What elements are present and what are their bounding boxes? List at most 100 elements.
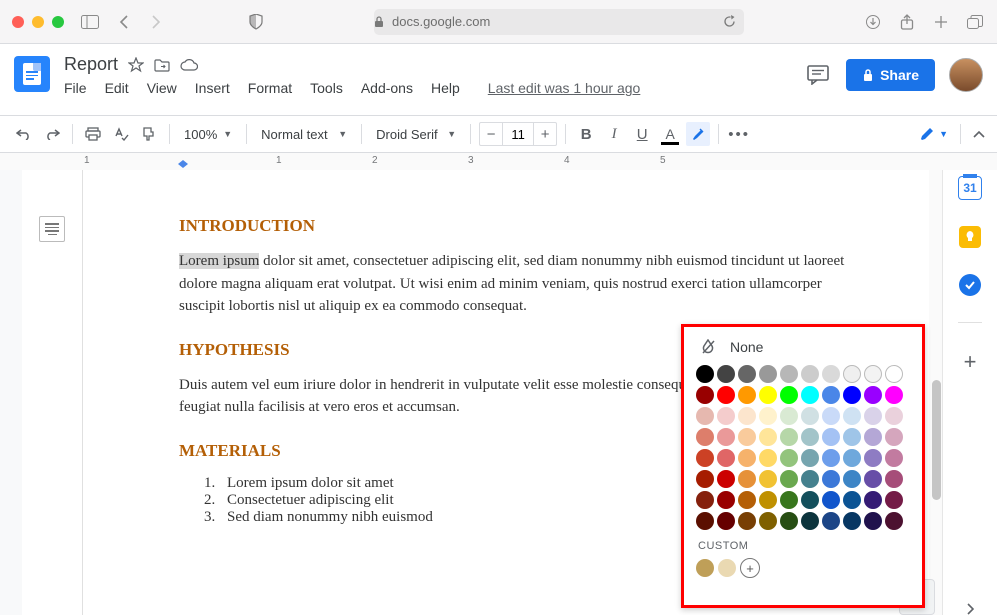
color-swatch[interactable] (885, 512, 903, 530)
color-swatch[interactable] (864, 449, 882, 467)
color-swatch[interactable] (843, 449, 861, 467)
color-swatch[interactable] (843, 512, 861, 530)
tasks-addon-icon[interactable] (959, 274, 981, 296)
calendar-addon-icon[interactable]: 31 (958, 176, 982, 200)
italic-button[interactable]: I (602, 122, 626, 146)
color-swatch[interactable] (822, 512, 840, 530)
hide-side-panel-button[interactable] (966, 603, 974, 615)
star-icon[interactable] (128, 57, 144, 73)
scrollbar[interactable] (929, 170, 943, 615)
color-swatch[interactable] (717, 512, 735, 530)
menu-view[interactable]: View (147, 80, 177, 96)
color-swatch[interactable] (822, 365, 840, 383)
color-swatch[interactable] (843, 365, 861, 383)
color-swatch[interactable] (717, 386, 735, 404)
open-comments-button[interactable] (804, 61, 832, 89)
url-bar[interactable]: docs.google.com (374, 9, 744, 35)
back-icon[interactable] (114, 12, 134, 32)
minimize-window[interactable] (32, 16, 44, 28)
paint-format-button[interactable] (137, 122, 161, 146)
text-color-button[interactable]: A (658, 122, 682, 146)
color-swatch[interactable] (759, 386, 777, 404)
share-button[interactable]: Share (846, 59, 935, 91)
color-swatch[interactable] (822, 386, 840, 404)
color-swatch[interactable] (864, 512, 882, 530)
menu-insert[interactable]: Insert (195, 80, 230, 96)
menu-addons[interactable]: Add-ons (361, 80, 413, 96)
increase-font-button[interactable]: + (534, 123, 556, 145)
ruler[interactable]: 1 1 2 3 4 5 (0, 153, 997, 170)
print-button[interactable] (81, 122, 105, 146)
color-swatch[interactable] (885, 365, 903, 383)
color-swatch[interactable] (759, 470, 777, 488)
color-swatch[interactable] (864, 365, 882, 383)
color-swatch[interactable] (822, 449, 840, 467)
color-swatch[interactable] (885, 491, 903, 509)
highlight-color-button[interactable] (686, 122, 710, 146)
color-swatch[interactable] (843, 407, 861, 425)
color-swatch[interactable] (738, 470, 756, 488)
font-family-dropdown[interactable]: Droid Serif▼ (370, 127, 462, 142)
docs-logo-icon[interactable] (14, 56, 50, 92)
color-swatch[interactable] (717, 470, 735, 488)
color-swatch[interactable] (738, 449, 756, 467)
color-swatch[interactable] (801, 470, 819, 488)
font-size-input[interactable] (502, 123, 534, 145)
color-swatch[interactable] (801, 365, 819, 383)
color-swatch[interactable] (696, 449, 714, 467)
color-swatch[interactable] (864, 491, 882, 509)
color-swatch[interactable] (717, 428, 735, 446)
color-swatch[interactable] (717, 407, 735, 425)
editing-mode-button[interactable]: ▼ (919, 126, 948, 142)
more-toolbar-button[interactable]: ••• (727, 122, 751, 146)
last-edit-label[interactable]: Last edit was 1 hour ago (488, 80, 641, 96)
color-swatch[interactable] (780, 386, 798, 404)
color-swatch[interactable] (822, 407, 840, 425)
color-swatch[interactable] (738, 491, 756, 509)
color-swatch[interactable] (717, 365, 735, 383)
color-swatch[interactable] (696, 407, 714, 425)
custom-color-swatch[interactable] (718, 559, 736, 577)
color-swatch[interactable] (759, 491, 777, 509)
scrollbar-thumb[interactable] (932, 380, 941, 500)
color-swatch[interactable] (780, 407, 798, 425)
tabs-icon[interactable] (965, 12, 985, 32)
shield-icon[interactable] (246, 12, 266, 32)
color-swatch[interactable] (822, 491, 840, 509)
color-swatch[interactable] (759, 449, 777, 467)
color-swatch[interactable] (843, 428, 861, 446)
color-swatch[interactable] (801, 512, 819, 530)
color-swatch[interactable] (759, 407, 777, 425)
color-swatch[interactable] (822, 470, 840, 488)
menu-file[interactable]: File (64, 80, 87, 96)
color-swatch[interactable] (864, 428, 882, 446)
color-swatch[interactable] (885, 407, 903, 425)
color-swatch[interactable] (759, 512, 777, 530)
indent-marker[interactable] (178, 160, 188, 168)
custom-color-swatch[interactable] (696, 559, 714, 577)
color-swatch[interactable] (696, 428, 714, 446)
color-swatch[interactable] (864, 470, 882, 488)
color-swatch[interactable] (801, 386, 819, 404)
color-swatch[interactable] (738, 365, 756, 383)
close-window[interactable] (12, 16, 24, 28)
get-addons-button[interactable]: + (964, 349, 977, 375)
downloads-icon[interactable] (863, 12, 883, 32)
color-swatch[interactable] (780, 449, 798, 467)
color-swatch[interactable] (801, 491, 819, 509)
color-swatch[interactable] (843, 491, 861, 509)
color-swatch[interactable] (801, 407, 819, 425)
color-swatch[interactable] (717, 449, 735, 467)
color-swatch[interactable] (843, 470, 861, 488)
color-swatch[interactable] (780, 365, 798, 383)
redo-button[interactable] (40, 122, 64, 146)
bold-button[interactable]: B (574, 122, 598, 146)
reload-icon[interactable] (723, 15, 736, 28)
color-swatch[interactable] (759, 428, 777, 446)
color-swatch[interactable] (696, 470, 714, 488)
menu-help[interactable]: Help (431, 80, 460, 96)
color-swatch[interactable] (780, 491, 798, 509)
color-swatch[interactable] (801, 428, 819, 446)
show-outline-button[interactable] (39, 216, 65, 242)
color-swatch[interactable] (696, 386, 714, 404)
